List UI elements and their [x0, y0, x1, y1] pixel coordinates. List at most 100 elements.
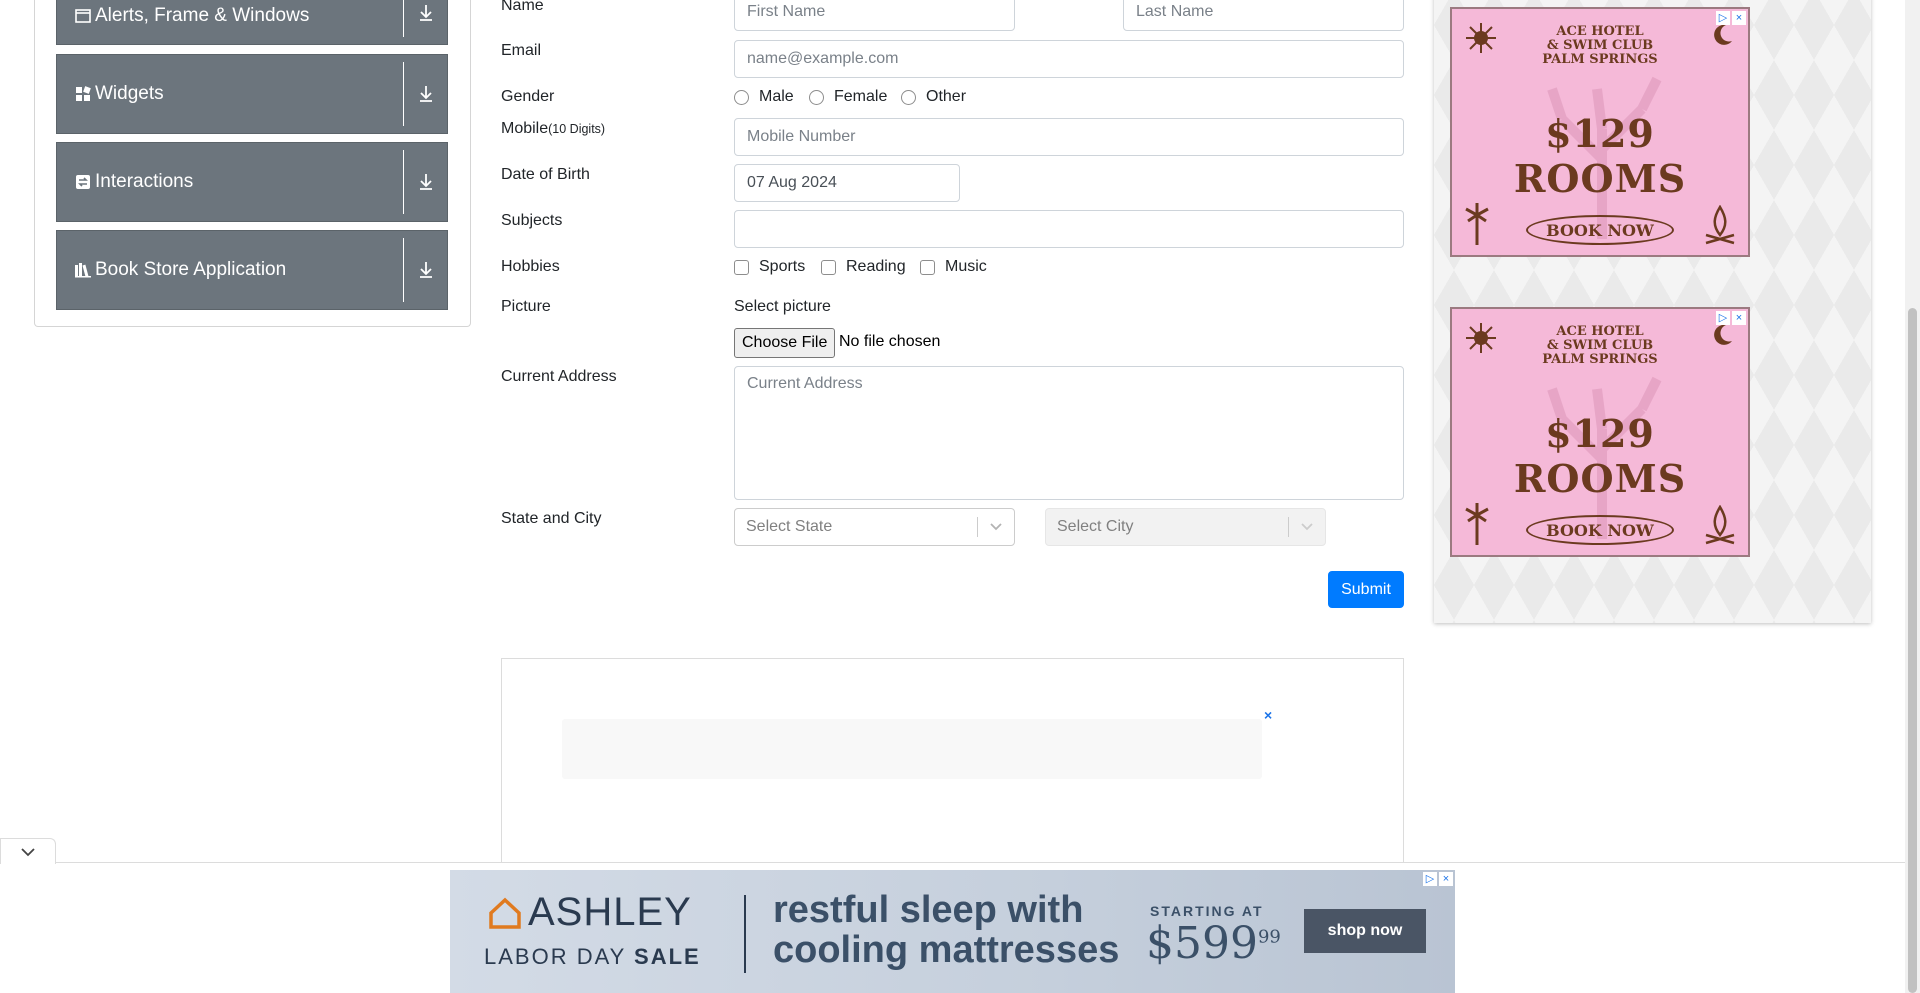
ad-close-icon[interactable]: × [1732, 311, 1746, 325]
ad-badge: ▷ × [1716, 11, 1746, 25]
email-input[interactable] [734, 40, 1404, 78]
ashley-starting: STARTING AT [1150, 903, 1264, 919]
ad-close-icon[interactable]: × [1732, 11, 1746, 25]
hotel-ad-line: & SWIM CLUB [1546, 38, 1654, 53]
ad-choices-icon[interactable]: ▷ [1716, 311, 1730, 325]
mobile-hint: (10 Digits) [548, 122, 606, 136]
hotel-ad-price: $129 ROOMS [1513, 411, 1687, 501]
gender-other-label: Other [926, 88, 967, 105]
state-select[interactable]: Select State [734, 508, 1015, 546]
last-name-input[interactable] [1123, 0, 1404, 31]
hotel-ad-line: ACE HOTEL [1556, 24, 1644, 39]
hotel-ad-line: ACE HOTEL [1556, 324, 1644, 339]
gender-male-label: Male [759, 88, 794, 105]
hotel-ad[interactable]: ACE HOTEL & SWIM CLUB PALM SPRINGS $129 … [1450, 7, 1750, 257]
first-name-input[interactable] [734, 0, 1015, 31]
file-status-text: No file chosen [839, 333, 941, 350]
hotel-ad-line: PALM SPRINGS [1542, 52, 1658, 67]
ad-placeholder [562, 719, 1262, 779]
ad-close-icon[interactable]: × [1264, 707, 1272, 723]
ashley-ad[interactable]: ASHLEY LABOR DAY SALE restful sleep with… [450, 870, 1455, 993]
page-scrollbar[interactable] [1905, 0, 1920, 993]
shop-now-button[interactable]: shop now [1304, 909, 1426, 953]
hobby-reading-label: Reading [846, 258, 906, 275]
download-icon[interactable] [404, 0, 447, 44]
right-ad-column: ACE HOTEL & SWIM CLUB PALM SPRINGS $129 … [1434, 0, 1871, 623]
hotel-ad-line: PALM SPRINGS [1542, 352, 1658, 367]
ashley-price: $59999 [1146, 918, 1281, 969]
hobby-sports-label: Sports [759, 258, 806, 275]
hotel-ad-price: $129 ROOMS [1513, 111, 1687, 201]
house-icon [489, 897, 521, 929]
checkbox-box[interactable] [821, 259, 836, 275]
subjects-label: Subjects [501, 212, 563, 229]
hotel-ad-headline: ACE HOTEL & SWIM CLUB PALM SPRINGS [1452, 325, 1748, 367]
radio-circle[interactable] [901, 89, 916, 105]
download-icon[interactable] [404, 55, 447, 133]
hobby-music-label: Music [945, 258, 987, 275]
collapse-ad-button[interactable] [0, 838, 56, 864]
ashley-price-cents: 99 [1257, 926, 1281, 948]
chevron-down-icon[interactable] [1289, 509, 1325, 545]
ad-close-icon[interactable]: × [1439, 872, 1453, 886]
window-icon [74, 7, 92, 25]
group-label: Interactions [95, 171, 194, 192]
hobby-reading-checkbox[interactable]: Reading [821, 258, 906, 276]
ad-choices-icon[interactable]: ▷ [1716, 11, 1730, 25]
ashley-headline-line: restful sleep with [773, 889, 1084, 931]
hotel-ad-headline: ACE HOTEL & SWIM CLUB PALM SPRINGS [1452, 25, 1748, 67]
gender-female-label: Female [834, 88, 888, 105]
gender-female-radio[interactable]: Female [809, 88, 887, 106]
book-now-button[interactable]: BOOK NOW [1526, 515, 1674, 545]
select-picture-label: Select picture [734, 298, 831, 315]
email-label: Email [501, 42, 542, 59]
city-placeholder: Select City [1057, 518, 1134, 535]
state-placeholder: Select State [746, 518, 833, 535]
dob-value: 07 Aug 2024 [747, 174, 837, 191]
state-city-label: State and City [501, 510, 602, 527]
current-address-input[interactable] [734, 366, 1404, 500]
hobby-music-checkbox[interactable]: Music [920, 258, 987, 276]
chevron-down-icon[interactable] [978, 509, 1014, 545]
dob-label: Date of Birth [501, 166, 590, 183]
hotel-ad[interactable]: ACE HOTEL & SWIM CLUB PALM SPRINGS $129 … [1450, 307, 1750, 557]
picture-label: Picture [501, 298, 551, 315]
ashley-sale-prefix: LABOR DAY [484, 944, 626, 969]
interactions-icon [74, 173, 92, 191]
group-alerts-frame-windows[interactable]: Alerts, Frame & Windows [56, 0, 448, 45]
name-label: Name [501, 0, 544, 14]
city-select[interactable]: Select City [1045, 508, 1326, 546]
group-label: Book Store Application [95, 259, 287, 280]
group-interactions[interactable]: Interactions [56, 142, 448, 222]
group-book-store-application[interactable]: Book Store Application [56, 230, 448, 310]
radio-circle[interactable] [734, 89, 749, 105]
submit-button[interactable]: Submit [1328, 571, 1404, 608]
choose-file-button[interactable]: Choose File [734, 328, 836, 358]
dob-input[interactable]: 07 Aug 2024 [734, 164, 960, 202]
ashley-sale: LABOR DAY SALE [484, 944, 701, 970]
widgets-icon [74, 85, 92, 103]
book-now-button[interactable]: BOOK NOW [1526, 215, 1674, 245]
hotel-ad-line: & SWIM CLUB [1546, 338, 1654, 353]
group-widgets[interactable]: Widgets [56, 54, 448, 134]
current-address-label: Current Address [501, 368, 617, 385]
chevron-down-icon[interactable] [20, 847, 36, 857]
download-icon[interactable] [404, 143, 447, 221]
gender-male-radio[interactable]: Male [734, 88, 794, 106]
download-icon[interactable] [404, 231, 447, 309]
checkbox-box[interactable] [920, 259, 935, 275]
ashley-headline: restful sleep with cooling mattresses [773, 890, 1119, 970]
ashley-brand: ASHLEY [488, 890, 692, 935]
mobile-label-text: Mobile [501, 120, 549, 137]
scrollbar-thumb[interactable] [1908, 308, 1917, 993]
hobbies-label: Hobbies [501, 258, 560, 275]
palm-icon [1465, 203, 1489, 245]
radio-circle[interactable] [809, 89, 824, 105]
mobile-input[interactable] [734, 118, 1404, 156]
checkbox-box[interactable] [734, 259, 749, 275]
ad-choices-icon[interactable]: ▷ [1423, 872, 1437, 886]
campfire-icon [1705, 505, 1735, 545]
hobby-sports-checkbox[interactable]: Sports [734, 258, 805, 276]
gender-other-radio[interactable]: Other [901, 88, 966, 106]
subjects-input[interactable] [734, 210, 1404, 248]
